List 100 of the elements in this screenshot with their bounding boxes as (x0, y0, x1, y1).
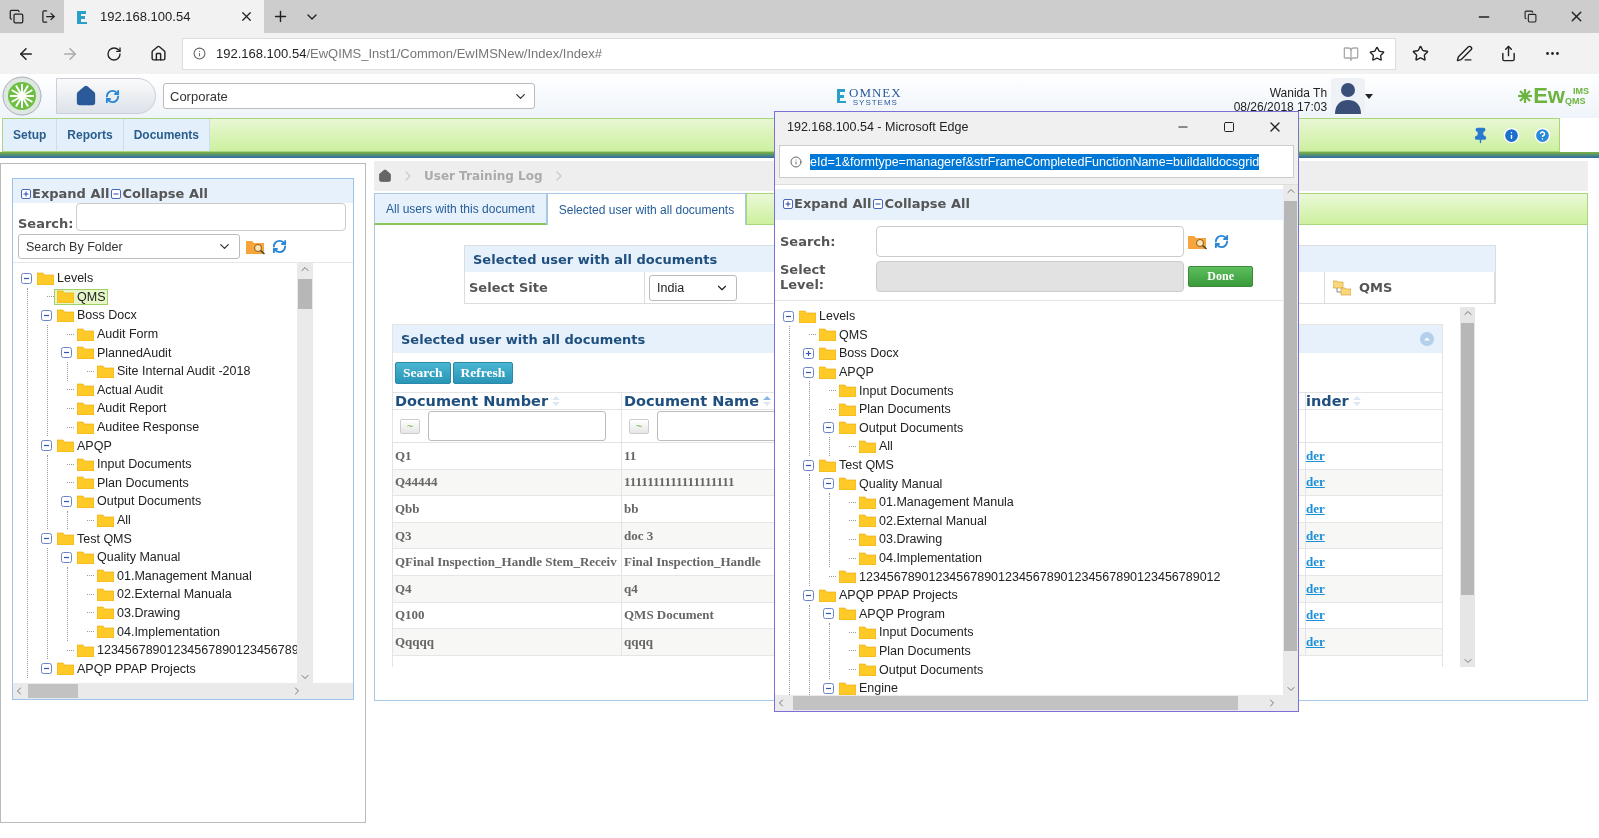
help-icon[interactable] (1534, 126, 1551, 144)
tab[interactable]: Selected user with all documents (546, 193, 747, 225)
tab[interactable]: All users with this document (374, 193, 547, 225)
refresh-icon[interactable] (272, 239, 287, 254)
tree-item[interactable]: Plan Documents (74, 474, 192, 491)
tree-item[interactable]: Levels (34, 270, 97, 287)
tree-item[interactable]: APQP Program (836, 605, 948, 622)
tree-item[interactable]: 1234567890123456789012345678901234567890123456789012 (836, 568, 1224, 585)
star-icon[interactable] (1369, 45, 1385, 62)
scrollbar-thumb[interactable] (1284, 201, 1297, 651)
tree-item[interactable]: Auditee Response (74, 419, 203, 436)
collapse-icon[interactable] (803, 589, 814, 601)
expand-all-icon[interactable] (783, 198, 793, 209)
collapse-icon[interactable] (41, 663, 52, 675)
tree-item[interactable]: Output Documents (74, 493, 205, 510)
tree-item[interactable]: 03.Drawing (856, 531, 946, 548)
scrollbar-thumb[interactable] (298, 279, 312, 309)
table-link[interactable]: der (1306, 501, 1325, 517)
address-bar[interactable]: eId=1&formtype=manageref&strFrameCompletedFunctionName=buildalldocsgrid (779, 145, 1294, 178)
expand-all-link[interactable]: Expand All (21, 186, 110, 201)
vertical-scrollbar[interactable] (297, 263, 313, 683)
collapse-all-link[interactable]: Collapse All (111, 186, 208, 201)
expand-icon[interactable] (803, 348, 814, 359)
tree-item[interactable]: 03.Drawing (94, 605, 184, 621)
tree-item[interactable]: Audit Report (74, 400, 170, 417)
browser-tab[interactable]: 192.168.100.54 (64, 0, 264, 33)
pen-icon[interactable] (1455, 45, 1473, 62)
collapse-icon[interactable] (41, 440, 52, 452)
collapse-all-icon[interactable] (873, 198, 884, 209)
tree-item[interactable]: All (94, 512, 134, 528)
tree-item[interactable]: 02.External Manual (856, 512, 990, 529)
scrollbar-thumb[interactable] (28, 684, 78, 698)
pin-icon[interactable] (1472, 126, 1489, 144)
collapse-icon[interactable] (21, 272, 32, 284)
tree-item[interactable]: APQP (54, 437, 115, 454)
menu-item[interactable]: Reports (57, 119, 124, 151)
tree-item[interactable]: Actual Audit (74, 381, 166, 398)
level-field[interactable] (876, 261, 1184, 292)
tree-item[interactable]: APQP PPAP Projects (54, 660, 199, 677)
collapse-icon[interactable] (61, 347, 72, 359)
address-bar[interactable]: 192.168.100.54/EwQIMS_Inst1/Common/EwIMSNew/Index/Index# (182, 37, 1396, 70)
user-avatar-icon[interactable] (1331, 78, 1366, 114)
menu-item[interactable]: Setup (3, 119, 58, 151)
site-select[interactable]: Corporate (163, 83, 535, 109)
info-icon[interactable] (1503, 126, 1520, 144)
tree-item[interactable]: Output Documents (856, 661, 987, 678)
home-icon[interactable] (75, 85, 97, 107)
tree-item[interactable]: Input Documents (836, 382, 957, 399)
tree-item[interactable]: Plan Documents (856, 643, 974, 659)
site-select[interactable]: India (649, 274, 737, 301)
scrollbar-thumb[interactable] (793, 696, 1238, 710)
tree-item[interactable]: Plan Documents (836, 401, 954, 418)
tree-item[interactable]: 04.Implementation (856, 550, 985, 566)
collapse-icon[interactable] (823, 478, 834, 490)
collapse-icon[interactable] (61, 495, 72, 507)
collapse-icon[interactable] (823, 422, 834, 434)
column-header[interactable]: inder (1306, 393, 1442, 410)
table-link[interactable]: der (1306, 554, 1325, 571)
tree-item[interactable]: Engine (836, 680, 901, 695)
tree-item[interactable]: Test QMS (816, 457, 897, 474)
tree-item[interactable]: Input Documents (856, 624, 977, 641)
tree-item[interactable]: Audit Form (74, 326, 162, 343)
tree-item[interactable]: 01.Management Manula (856, 494, 1017, 511)
horizontal-scrollbar[interactable] (13, 683, 353, 699)
tree-item[interactable]: Input Documents (74, 456, 195, 473)
collapse-icon[interactable] (823, 682, 834, 694)
horizontal-scrollbar[interactable] (775, 695, 1298, 711)
expand-all-link[interactable]: Expand All (783, 196, 872, 211)
tree-item[interactable]: PlannedAudit (74, 344, 175, 361)
column-header[interactable]: Document Number (393, 393, 622, 410)
collapse-icon[interactable] (783, 310, 794, 322)
search-field[interactable] (75, 203, 346, 231)
vertical-scrollbar[interactable] (1283, 185, 1298, 695)
tree-item[interactable]: 02.External Manuala (94, 586, 235, 603)
tab-list-icon[interactable] (8, 9, 24, 24)
tree-item[interactable]: Output Documents (836, 419, 967, 436)
table-link[interactable]: der (1306, 607, 1325, 624)
tree-item[interactable]: Quality Manual (836, 475, 946, 492)
table-link[interactable]: der (1306, 447, 1325, 464)
tree-item[interactable]: APQP PPAP Projects (816, 587, 961, 604)
share-icon[interactable] (1499, 45, 1517, 62)
tree-item[interactable]: Quality Manual (74, 549, 184, 566)
collapse-icon[interactable] (41, 533, 52, 545)
tree-item[interactable]: All (856, 438, 896, 455)
refresh-icon[interactable] (1214, 234, 1229, 249)
search-mode-select[interactable]: Search By Folder (18, 234, 240, 259)
tree-item[interactable]: Levels (796, 308, 859, 325)
tree-item[interactable]: Boss Docx (54, 307, 140, 324)
favorites-icon[interactable] (1411, 45, 1429, 62)
restore-icon[interactable] (1523, 10, 1537, 23)
set-aside-tabs-icon[interactable] (40, 9, 56, 24)
collapse-icon[interactable] (41, 310, 52, 321)
folder-search-icon[interactable] (246, 238, 266, 255)
collapse-icon[interactable] (61, 551, 72, 563)
column-filter-field[interactable] (428, 411, 606, 441)
collapse-icon[interactable] (803, 459, 814, 471)
collapse-icon[interactable] (803, 366, 814, 378)
tree-item[interactable]: Boss Docx (816, 345, 902, 362)
refresh-icon[interactable] (105, 88, 120, 104)
scrollbar-thumb[interactable] (1461, 323, 1474, 595)
